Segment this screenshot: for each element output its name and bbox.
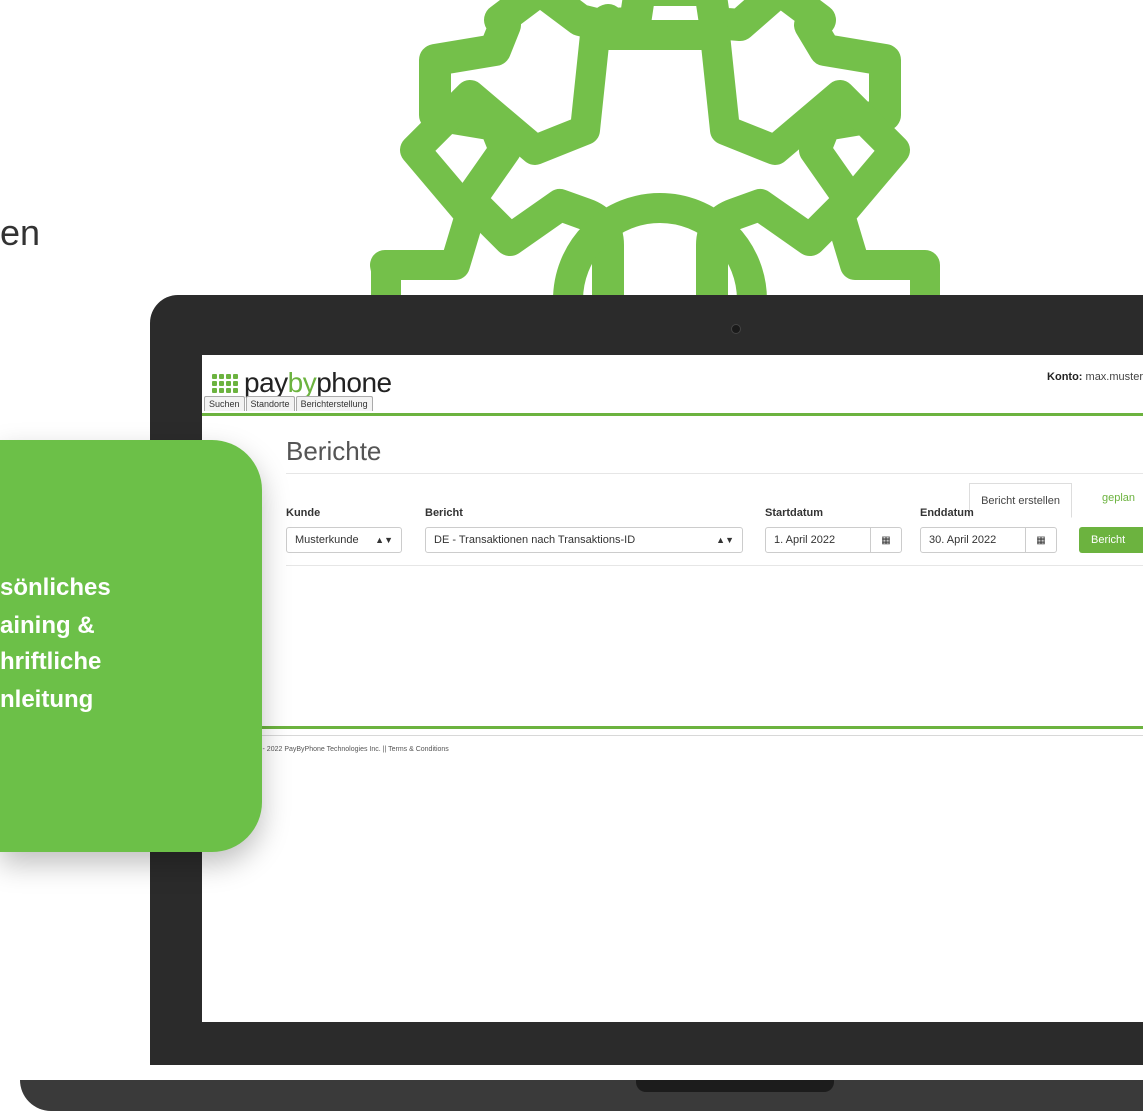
background-heading-fragment: en xyxy=(0,212,41,253)
end-date-value: 30. April 2022 xyxy=(929,534,997,546)
paybyphone-logo[interactable]: paybyphone xyxy=(212,367,392,399)
header-divider xyxy=(202,413,1143,416)
report-label: Bericht xyxy=(425,507,463,519)
end-date-input[interactable]: 30. April 2022 ▦ xyxy=(920,527,1057,553)
account-info: Konto: max.muster xyxy=(1047,371,1143,383)
feature-callout-card: sönliches aining & hriftliche nleitung xyxy=(0,440,262,852)
report-select[interactable]: DE - Transaktionen nach Transaktions-ID … xyxy=(425,527,743,553)
footer-rule xyxy=(202,735,1143,736)
card-line-4: nleitung xyxy=(0,686,94,713)
customer-label: Kunde xyxy=(286,507,321,519)
title-divider xyxy=(286,473,1143,474)
tab-scheduled-reports[interactable]: geplan xyxy=(1102,492,1135,504)
start-date-input[interactable]: 1. April 2022 ▦ xyxy=(765,527,902,553)
start-date-value: 1. April 2022 xyxy=(774,534,836,546)
footer-divider xyxy=(202,726,1143,729)
logo-dots-icon xyxy=(212,373,238,393)
page-title: Berichte xyxy=(286,436,382,466)
tab-create-report[interactable]: Bericht erstellen xyxy=(969,483,1072,518)
card-line-3: hriftliche xyxy=(0,648,102,675)
main-nav: Suchen Standorte Berichterstellung xyxy=(204,396,374,411)
app-screen: paybyphone Konto: max.muster Suchen Stan… xyxy=(202,355,1143,1022)
customer-select[interactable]: Musterkunde ▲▼ xyxy=(286,527,402,553)
laptop-base xyxy=(20,1080,1143,1111)
select-arrows-icon: ▲▼ xyxy=(375,535,393,545)
card-line-1: sönliches xyxy=(0,574,111,601)
nav-tab-standorte[interactable]: Standorte xyxy=(245,396,295,411)
start-date-label: Startdatum xyxy=(765,507,824,519)
report-select-value: DE - Transaktionen nach Transaktions-ID xyxy=(434,534,636,546)
nav-tab-berichterstellung[interactable]: Berichterstellung xyxy=(295,396,373,411)
calendar-icon[interactable]: ▦ xyxy=(1025,527,1056,553)
create-report-button[interactable]: Bericht xyxy=(1079,527,1143,553)
card-line-2: aining & xyxy=(0,612,95,639)
nav-tab-suchen[interactable]: Suchen xyxy=(204,396,245,411)
calendar-icon[interactable]: ▦ xyxy=(870,527,901,553)
gear-outline-icon xyxy=(370,20,940,301)
end-date-label: Enddatum xyxy=(920,507,974,519)
laptop-camera xyxy=(731,324,741,334)
form-divider xyxy=(286,565,1143,566)
customer-select-value: Musterkunde xyxy=(295,534,359,546)
laptop-notch xyxy=(636,1080,834,1092)
logo-wordmark: paybyphone xyxy=(244,367,392,398)
select-arrows-icon: ▲▼ xyxy=(716,535,734,545)
